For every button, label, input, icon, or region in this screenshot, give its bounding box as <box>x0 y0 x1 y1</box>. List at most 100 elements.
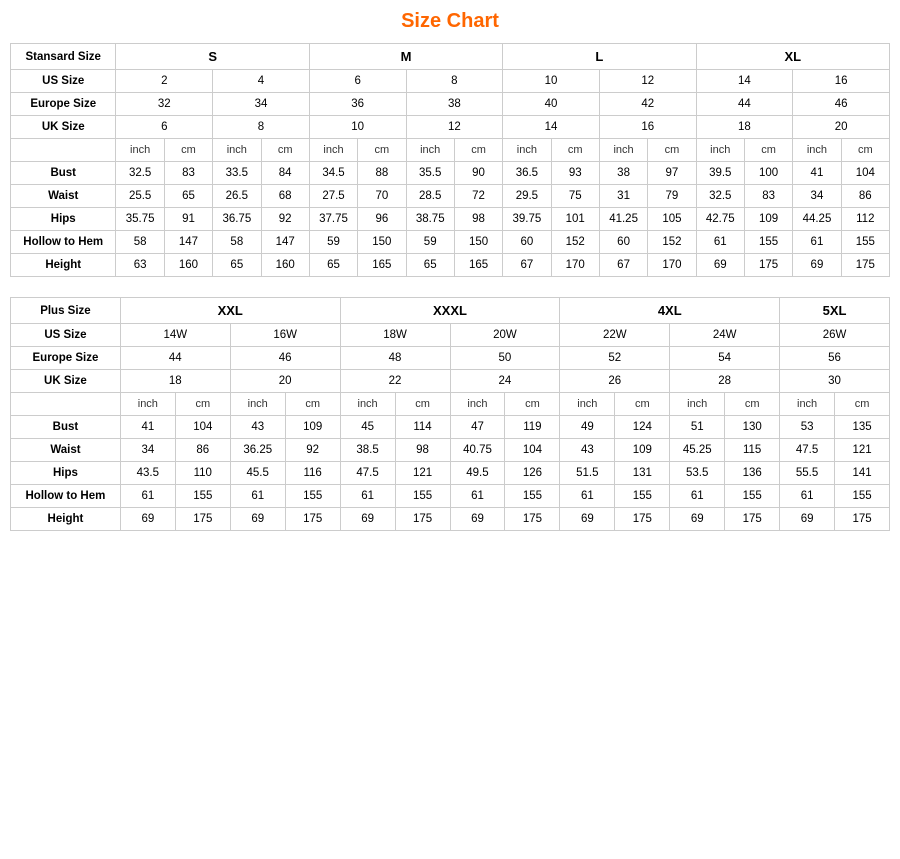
plus-size-table: Plus Size XXL XXXL 4XL 5XL US Size 14W 1… <box>10 297 890 531</box>
us-size-12: 12 <box>599 70 696 93</box>
plus-us-16w: 16W <box>230 324 340 347</box>
europe-size-46: 46 <box>793 93 890 116</box>
standard-data-row: Bust32.58333.58434.58835.59036.593389739… <box>11 162 890 185</box>
standard-cell: 26.5 <box>213 185 261 208</box>
plus-unit-cm-7: cm <box>835 393 890 416</box>
standard-cell: 84 <box>261 162 309 185</box>
standard-cell: 104 <box>841 162 889 185</box>
plus-cell: 61 <box>120 485 175 508</box>
standard-row-label: Hips <box>11 208 116 231</box>
standard-cell: 83 <box>164 162 212 185</box>
plus-cell: 61 <box>230 485 285 508</box>
standard-cell: 68 <box>261 185 309 208</box>
plus-us-26w: 26W <box>780 324 890 347</box>
standard-cell: 36.5 <box>503 162 551 185</box>
plus-unit-empty <box>11 393 121 416</box>
standard-size-table: Stansard Size S M L XL US Size 2 4 6 8 1… <box>10 43 890 277</box>
plus-eu-44: 44 <box>120 347 230 370</box>
unit-inch-6: inch <box>599 139 647 162</box>
plus-cell: 175 <box>175 508 230 531</box>
standard-cell: 59 <box>406 231 454 254</box>
us-size-8: 8 <box>406 70 503 93</box>
group-m: M <box>309 44 502 70</box>
europe-size-44: 44 <box>696 93 793 116</box>
unit-cm-5: cm <box>551 139 599 162</box>
standard-cell: 39.75 <box>503 208 551 231</box>
uk-size-6: 6 <box>116 116 213 139</box>
uk-size-16: 16 <box>599 116 696 139</box>
unit-cm-8: cm <box>841 139 889 162</box>
plus-cell: 61 <box>340 485 395 508</box>
standard-cell: 69 <box>793 254 841 277</box>
uk-size-10: 10 <box>309 116 406 139</box>
plus-cell: 121 <box>835 439 890 462</box>
standard-cell: 165 <box>454 254 502 277</box>
plus-cell: 135 <box>835 416 890 439</box>
standard-cell: 88 <box>358 162 406 185</box>
plus-uk-size-row: UK Size 18 20 22 24 26 28 30 <box>11 370 890 393</box>
standard-cell: 147 <box>261 231 309 254</box>
standard-cell: 65 <box>309 254 357 277</box>
standard-cell: 65 <box>406 254 454 277</box>
standard-cell: 29.5 <box>503 185 551 208</box>
standard-cell: 100 <box>744 162 792 185</box>
plus-eu-52: 52 <box>560 347 670 370</box>
plus-unit-inch-3: inch <box>340 393 395 416</box>
standard-cell: 155 <box>744 231 792 254</box>
plus-uk-18: 18 <box>120 370 230 393</box>
plus-cell: 45.25 <box>670 439 725 462</box>
standard-cell: 109 <box>744 208 792 231</box>
plus-cell: 69 <box>450 508 505 531</box>
plus-cell: 86 <box>175 439 230 462</box>
plus-cell: 114 <box>395 416 450 439</box>
standard-cell: 61 <box>793 231 841 254</box>
standard-row-label: Hollow to Hem <box>11 231 116 254</box>
standard-cell: 34.5 <box>309 162 357 185</box>
plus-data-row: Height6917569175691756917569175691756917… <box>11 508 890 531</box>
plus-cell: 49.5 <box>450 462 505 485</box>
europe-size-32: 32 <box>116 93 213 116</box>
standard-data-row: Waist25.56526.56827.57028.57229.57531793… <box>11 185 890 208</box>
standard-cell: 67 <box>599 254 647 277</box>
plus-uk-22: 22 <box>340 370 450 393</box>
standard-data-row: Height6316065160651656516567170671706917… <box>11 254 890 277</box>
plus-cell: 130 <box>725 416 780 439</box>
plus-us-24w: 24W <box>670 324 780 347</box>
standard-cell: 65 <box>213 254 261 277</box>
europe-size-38: 38 <box>406 93 503 116</box>
plus-cell: 121 <box>395 462 450 485</box>
standard-data-row: Hips35.759136.759237.759638.759839.75101… <box>11 208 890 231</box>
plus-cell: 98 <box>395 439 450 462</box>
us-size-4: 4 <box>213 70 310 93</box>
plus-cell: 155 <box>835 485 890 508</box>
unit-cm-7: cm <box>744 139 792 162</box>
plus-cell: 155 <box>615 485 670 508</box>
standard-cell: 170 <box>648 254 696 277</box>
plus-cell: 175 <box>615 508 670 531</box>
standard-cell: 28.5 <box>406 185 454 208</box>
standard-cell: 86 <box>841 185 889 208</box>
plus-cell: 119 <box>505 416 560 439</box>
unit-inch-4: inch <box>406 139 454 162</box>
standard-cell: 98 <box>454 208 502 231</box>
standard-cell: 65 <box>164 185 212 208</box>
unit-cm-4: cm <box>454 139 502 162</box>
plus-data-row: Hollow to Hem611556115561155611556115561… <box>11 485 890 508</box>
standard-cell: 60 <box>599 231 647 254</box>
standard-cell: 155 <box>841 231 889 254</box>
plus-us-22w: 22W <box>560 324 670 347</box>
plus-cell: 61 <box>450 485 505 508</box>
plus-cell: 47.5 <box>780 439 835 462</box>
standard-cell: 160 <box>261 254 309 277</box>
standard-cell: 90 <box>454 162 502 185</box>
uk-size-8: 8 <box>213 116 310 139</box>
standard-cell: 59 <box>309 231 357 254</box>
standard-cell: 60 <box>503 231 551 254</box>
plus-cell: 155 <box>285 485 340 508</box>
standard-cell: 75 <box>551 185 599 208</box>
plus-cell: 175 <box>725 508 780 531</box>
plus-unit-cm-3: cm <box>395 393 450 416</box>
standard-cell: 36.75 <box>213 208 261 231</box>
us-size-14: 14 <box>696 70 793 93</box>
plus-cell: 40.75 <box>450 439 505 462</box>
